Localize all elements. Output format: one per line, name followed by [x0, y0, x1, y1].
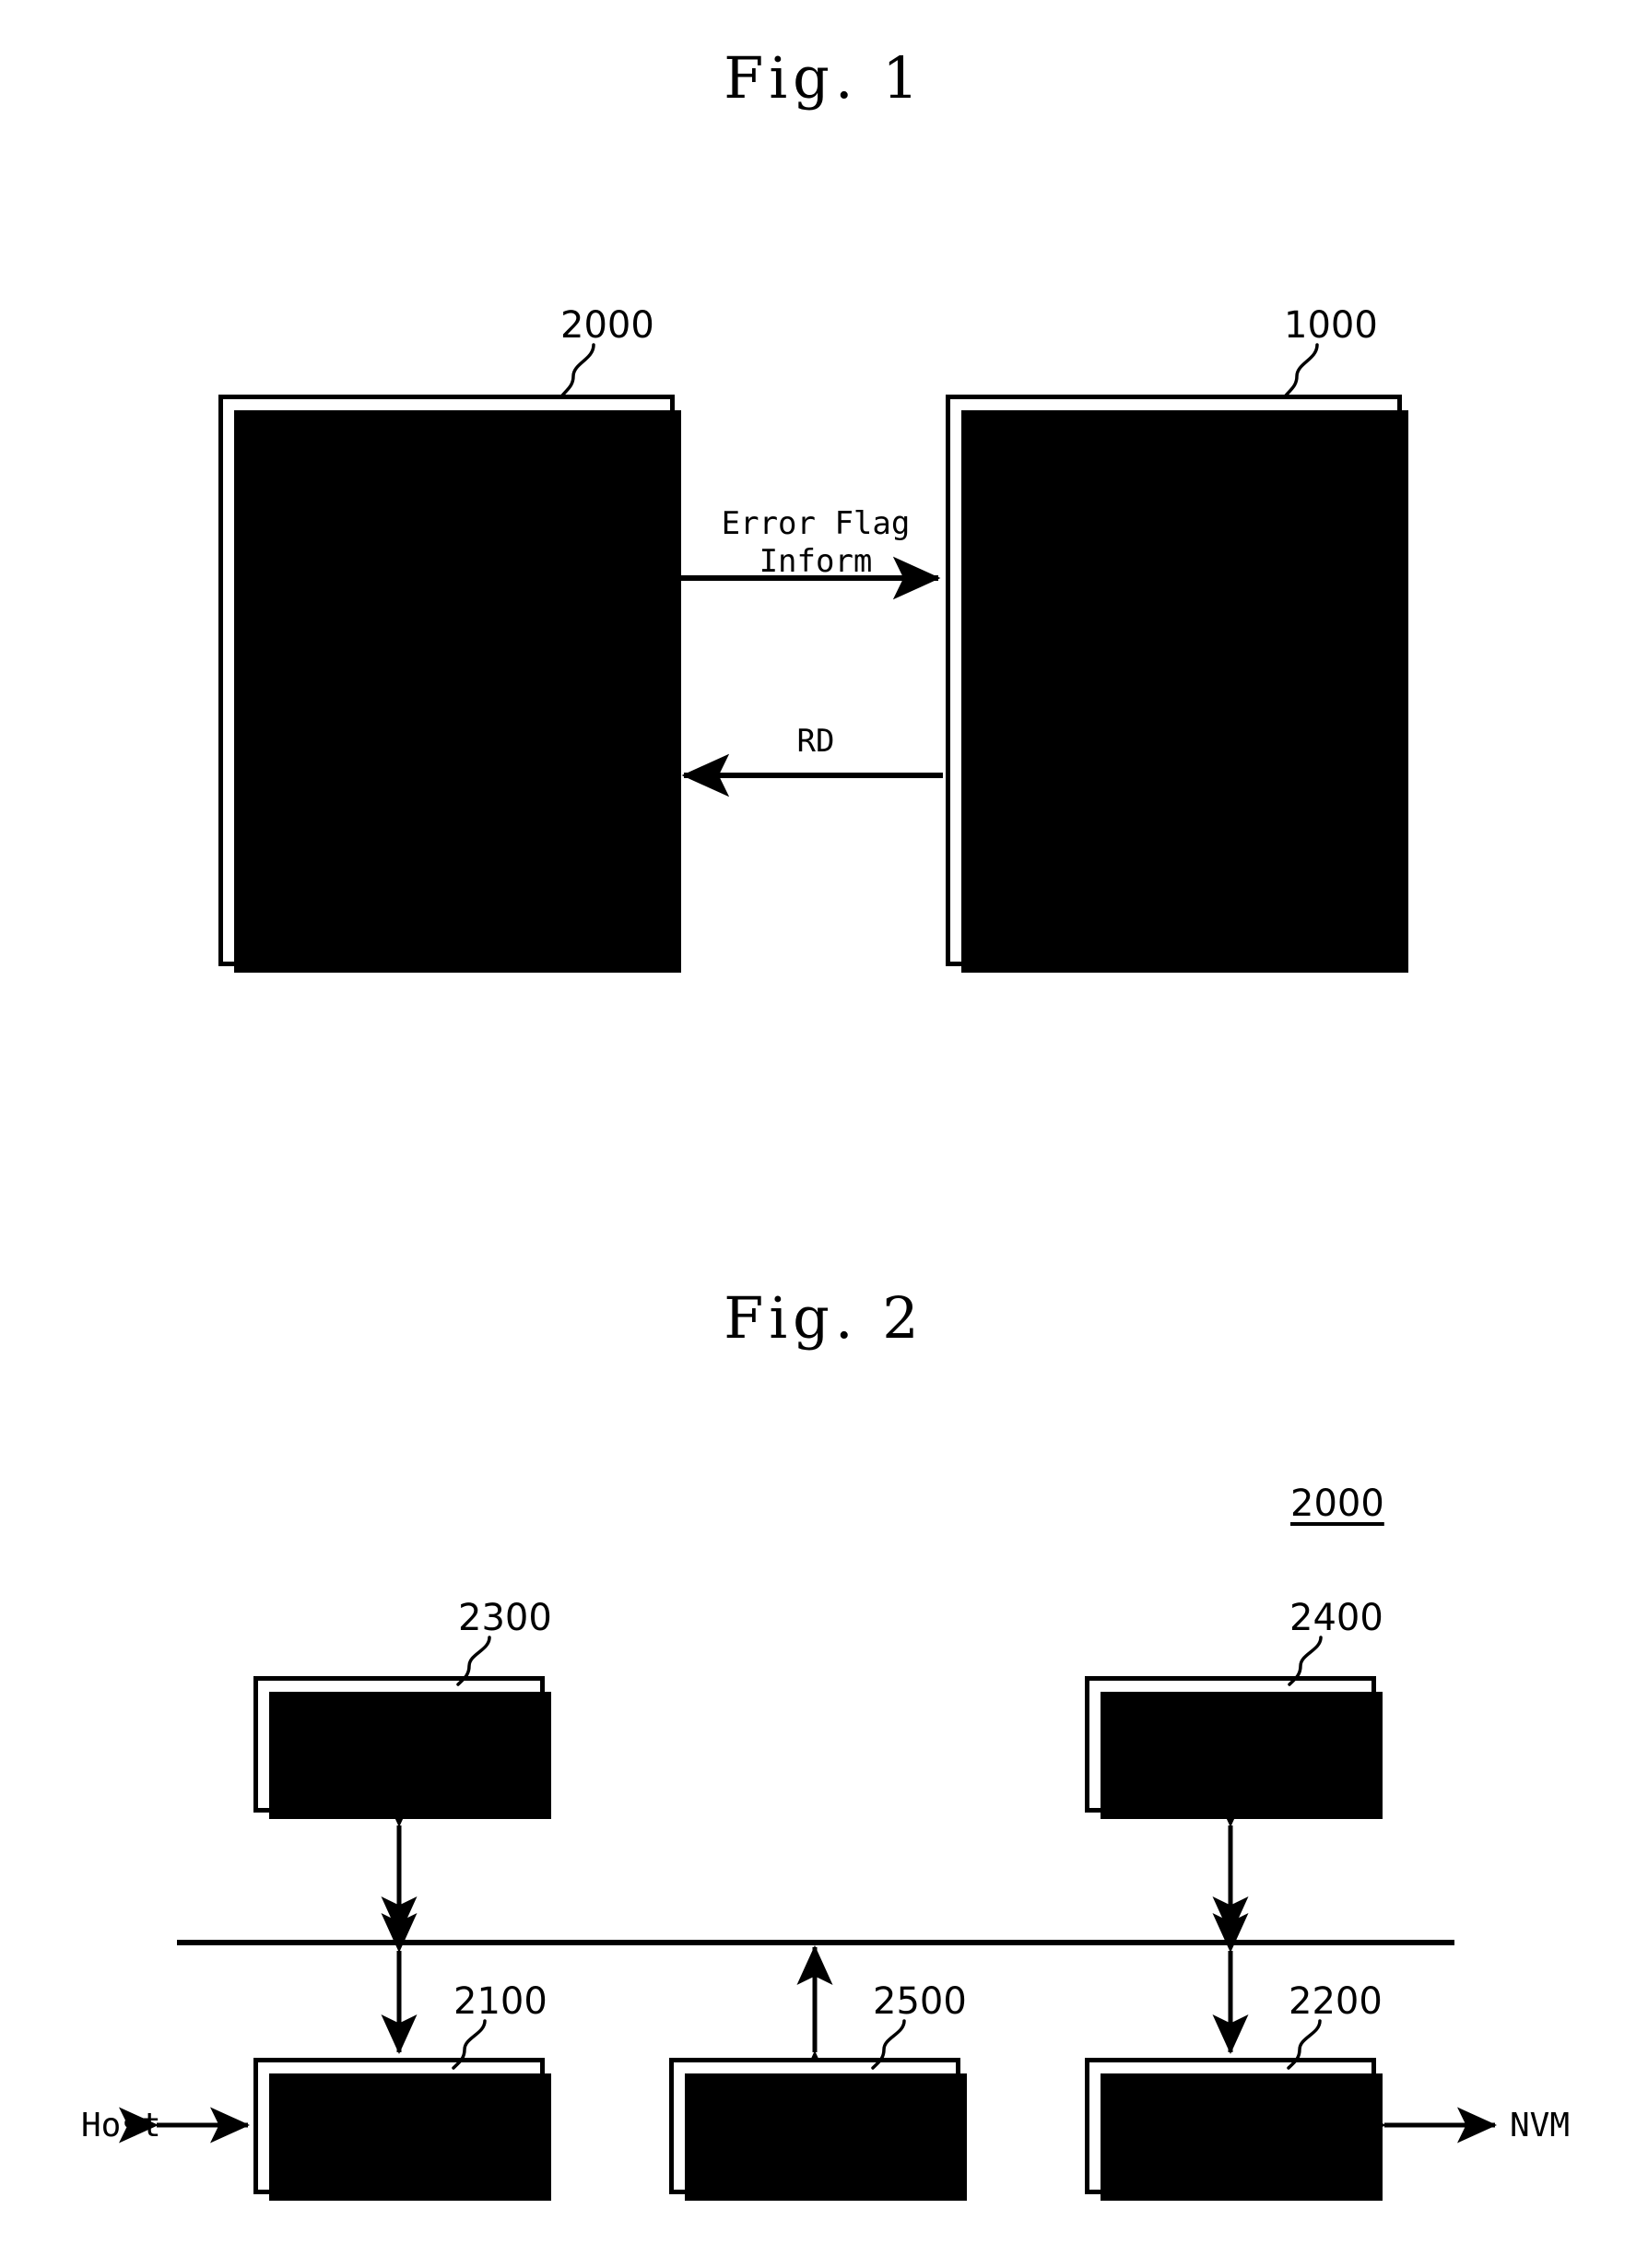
leader-line-2000-fig1 [560, 343, 595, 397]
figure-1-connectors [677, 556, 943, 797]
block-host-interface-label: Host Interface [312, 2085, 487, 2166]
reference-numeral-2000-fig2: 2000 [1290, 1482, 1384, 1525]
leader-line-2300 [456, 1636, 491, 1686]
block-processing-unit-label: Processing Unit [301, 1704, 497, 1784]
block-memory-controller: Memory controller [218, 395, 681, 973]
reference-numeral-2000-fig1: 2000 [560, 304, 654, 347]
reference-numeral-2500: 2500 [873, 1980, 967, 2023]
block-processing-unit: Processing Unit [253, 1676, 551, 1819]
external-label-nvm: NVM [1510, 2107, 1571, 2144]
leader-line-2200 [1287, 2019, 1322, 2070]
external-label-host: Host [81, 2107, 161, 2144]
leader-line-1000-fig1 [1284, 343, 1319, 397]
reference-numeral-1000-fig1: 1000 [1284, 304, 1378, 347]
internal-bus-line [177, 1940, 1454, 1945]
block-buffer: Buffer [1085, 1676, 1383, 1819]
block-buffer-label: Buffer [1171, 1725, 1289, 1763]
reference-numeral-2400: 2400 [1289, 1597, 1383, 1639]
block-nonvolatile-memory: Nonvolatile Memory [946, 395, 1408, 973]
patent-figure-sheet: Fig. 1 2000 1000 Memory controller Nonvo… [0, 0, 1648, 2268]
block-memory-interface: Memory Interface [1085, 2058, 1383, 2201]
figure-2-connectors [119, 1788, 1498, 2144]
block-host-interface: Host Interface [253, 2058, 551, 2201]
figure-2-caption: Fig. 2 [724, 1284, 924, 1352]
leader-line-2100 [452, 2019, 487, 2070]
reference-numeral-2300: 2300 [458, 1597, 552, 1639]
reference-numeral-2200: 2200 [1289, 1980, 1383, 2023]
block-nonvolatile-memory-label: Nonvolatile Memory [989, 659, 1359, 700]
figure-1-caption: Fig. 1 [724, 44, 924, 112]
block-ecc: ECC [669, 2058, 967, 2201]
connector-label-error-flag-inform: Error Flag Inform [721, 505, 911, 581]
block-ecc-label: ECC [785, 2107, 844, 2144]
block-memory-controller-label: Memory controller [272, 659, 621, 700]
connector-label-rd: RD [796, 723, 835, 760]
block-memory-interface-label: Memory Interface [1143, 2085, 1318, 2166]
leader-line-2500 [871, 2019, 906, 2070]
reference-numeral-2100: 2100 [453, 1980, 547, 2023]
leader-line-2400 [1288, 1636, 1323, 1686]
